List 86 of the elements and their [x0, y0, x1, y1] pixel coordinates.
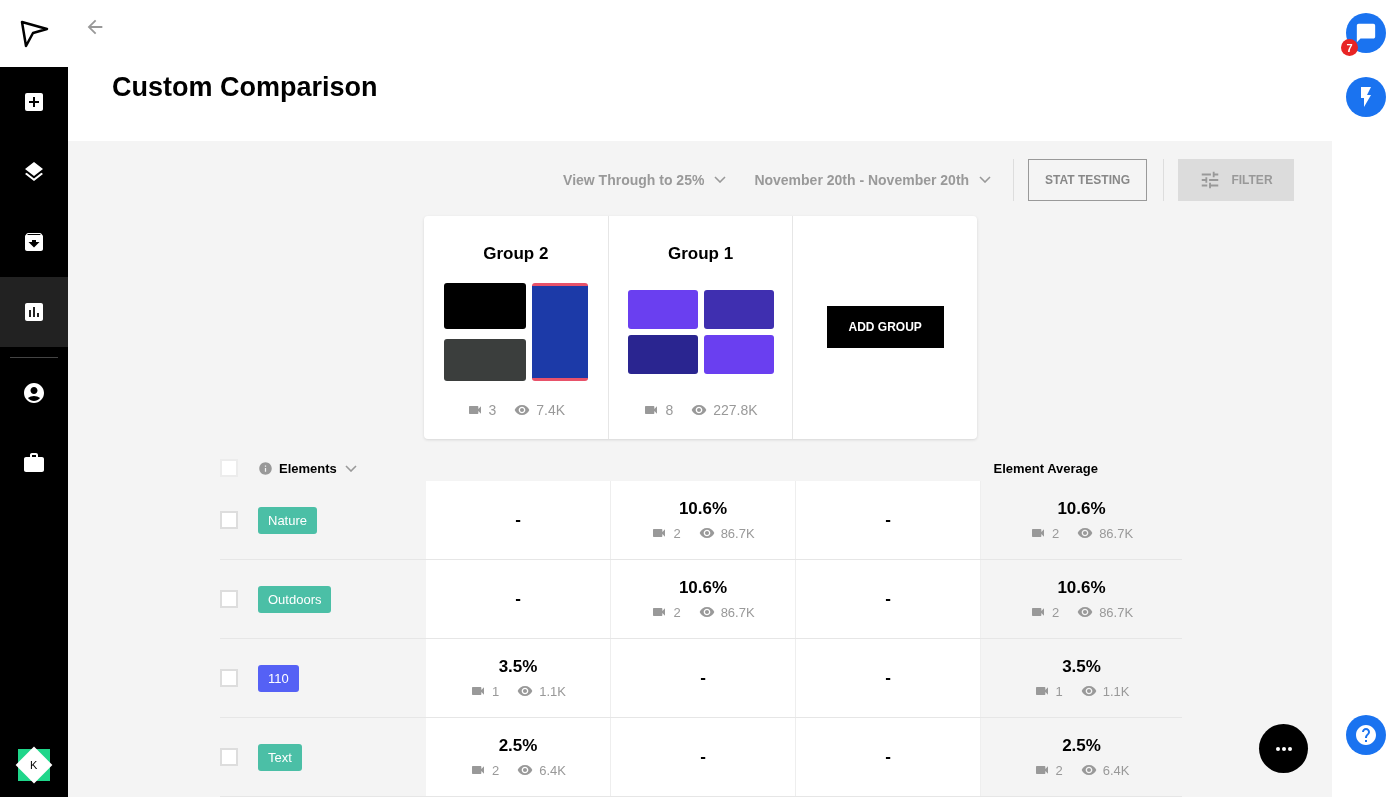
video-count: 2: [673, 525, 681, 541]
video-count: 1: [1055, 683, 1063, 699]
more-button[interactable]: [1259, 724, 1308, 773]
view-count: 86.7K: [1099, 525, 1134, 541]
checkbox[interactable]: [220, 748, 238, 766]
empty-value: -: [885, 668, 891, 688]
notification-badge: 7: [1341, 39, 1358, 56]
chat-button[interactable]: [1346, 13, 1386, 53]
chevron-down-icon: [714, 176, 727, 184]
nav-item[interactable]: [0, 277, 68, 347]
video-count: 2: [1051, 525, 1060, 541]
chevron-down-icon: [979, 176, 992, 184]
chevron-down-icon: [344, 464, 357, 472]
info-icon: [258, 460, 273, 476]
eye-icon: [517, 683, 534, 699]
chat-icon: [1355, 22, 1377, 44]
account-icon: [22, 381, 46, 405]
video-count: 2: [1055, 762, 1063, 778]
stat-value: 2.5%: [498, 736, 538, 756]
video-thumbnail: [703, 334, 774, 374]
checkbox[interactable]: [220, 669, 238, 687]
video-count: 1: [492, 683, 500, 699]
stat-value: 10.6%: [678, 578, 728, 598]
user-avatar[interactable]: K: [18, 749, 50, 781]
date-range-dropdown[interactable]: November 20th - November 20th: [748, 170, 998, 189]
eye-icon: [1077, 604, 1094, 620]
view-count: 1.1K: [539, 683, 566, 699]
avatar-initial: K: [30, 759, 38, 771]
video-thumbnail: [703, 289, 774, 329]
average-value: 3.5%: [1062, 657, 1101, 677]
view-count: 227.8K: [713, 401, 758, 418]
briefcase-icon: [22, 451, 46, 475]
video-count: 2: [1051, 604, 1060, 620]
element-tag: Nature: [258, 506, 318, 534]
add-group-button[interactable]: ADD GROUP: [826, 306, 944, 349]
more-icon: [1275, 746, 1292, 751]
video-count: 2: [673, 604, 681, 620]
empty-value: -: [700, 747, 706, 767]
help-icon: [1354, 723, 1378, 747]
elements-dropdown[interactable]: Elements: [279, 460, 337, 476]
video-count: 8: [665, 401, 674, 418]
eye-icon: [1080, 762, 1097, 778]
empty-value: -: [515, 510, 521, 530]
element-tag: Outdoors: [258, 585, 332, 613]
video-count: 2: [492, 762, 500, 778]
eye-icon: [517, 762, 534, 778]
average-value: 10.6%: [1057, 499, 1106, 519]
eye-icon: [698, 604, 715, 620]
eye-icon: [698, 525, 715, 541]
empty-value: -: [700, 668, 706, 688]
group-title: Group 2: [483, 243, 549, 264]
view-count: 6.4K: [1102, 762, 1130, 778]
view-count: 86.7K: [720, 604, 755, 620]
average-value: 10.6%: [1057, 578, 1106, 598]
metric-dropdown[interactable]: View Through to 25%: [557, 170, 733, 189]
empty-value: -: [885, 747, 891, 767]
logo-icon: [19, 19, 49, 48]
eye-icon: [1077, 525, 1094, 541]
view-count: 86.7K: [720, 525, 755, 541]
checkbox[interactable]: [220, 590, 238, 608]
lightning-button[interactable]: [1346, 77, 1386, 117]
checkbox[interactable]: [220, 511, 238, 529]
add-icon: [22, 90, 46, 114]
stat-testing-button[interactable]: STAT TESTING: [1028, 158, 1147, 201]
average-value: 2.5%: [1062, 736, 1101, 756]
stat-value: 10.6%: [678, 499, 728, 519]
column-header: Element Average: [993, 460, 1098, 476]
empty-value: -: [515, 589, 521, 609]
eye-icon: [1080, 683, 1097, 699]
help-button[interactable]: [1346, 715, 1386, 755]
view-count: 6.4K: [539, 762, 566, 778]
view-count: 7.4K: [536, 401, 566, 418]
archive-icon: [22, 230, 46, 254]
video-thumbnail: [627, 289, 698, 329]
chart-icon: [22, 300, 46, 324]
group-title: Group 1: [667, 243, 734, 264]
empty-value: -: [885, 510, 891, 530]
page-title: Custom Comparison: [112, 72, 379, 103]
view-count: 86.7K: [1099, 604, 1134, 620]
element-tag: 110: [258, 664, 299, 692]
stat-value: 3.5%: [498, 657, 538, 677]
video-thumbnail: [627, 334, 698, 374]
element-tag: Text: [258, 743, 302, 771]
empty-value: -: [885, 589, 891, 609]
video-count: 3: [488, 401, 497, 418]
view-count: 1.1K: [1102, 683, 1130, 699]
